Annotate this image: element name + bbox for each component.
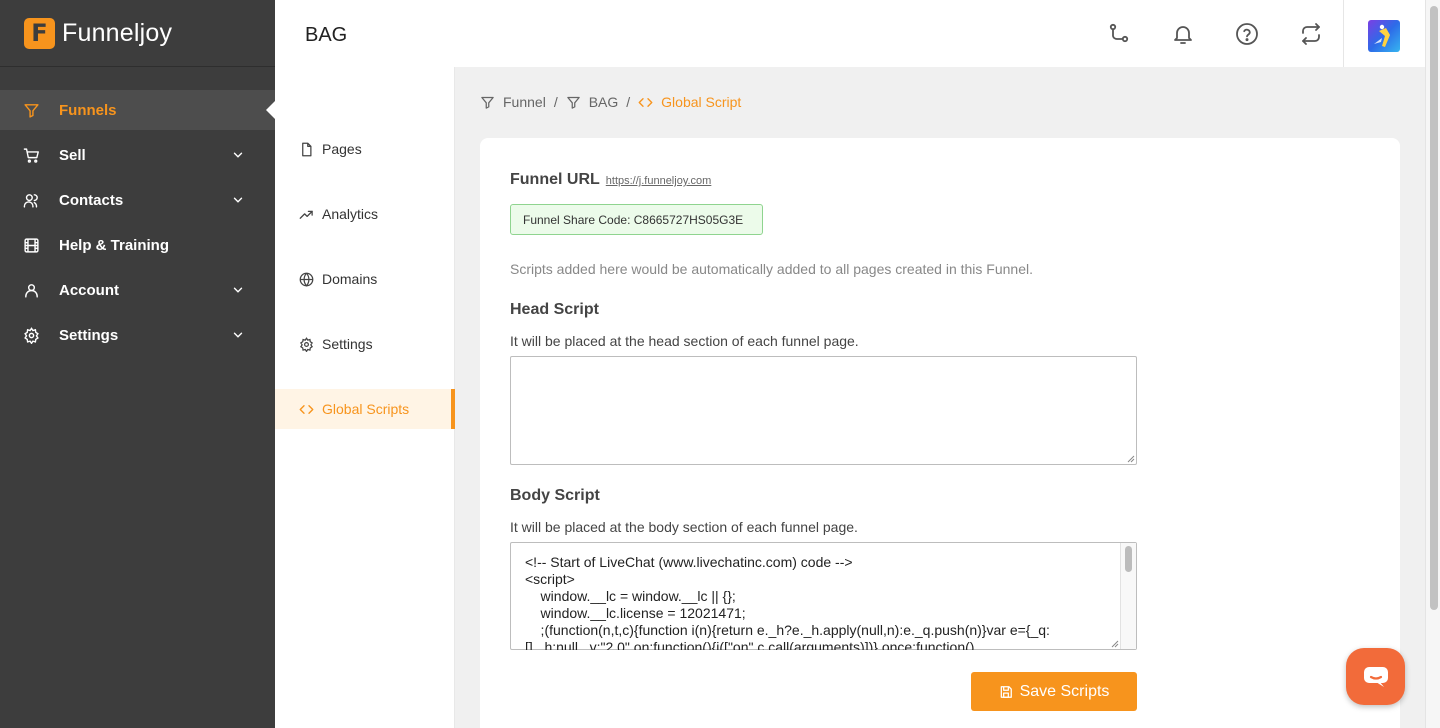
- body-script-title: Body Script: [510, 487, 600, 504]
- chevron-down-icon[interactable]: [231, 148, 245, 162]
- chevron-down-icon[interactable]: [231, 283, 245, 297]
- submenu-item-settings[interactable]: Settings: [275, 324, 455, 364]
- funnel-icon: [481, 96, 494, 109]
- submenu-item-analytics[interactable]: Analytics: [275, 194, 455, 234]
- funnel-url-link[interactable]: https://j.funneljoy.com: [606, 175, 712, 187]
- code-icon: [638, 97, 653, 107]
- save-scripts-label: Save Scripts: [1019, 682, 1110, 700]
- sidebar-item-label: Funnels: [59, 101, 117, 119]
- help-circle-icon[interactable]: [1235, 22, 1259, 46]
- sidebar-item-sell[interactable]: Sell: [0, 135, 275, 175]
- brand-name: Funneljoy: [62, 18, 173, 47]
- git-branch-icon[interactable]: [1107, 22, 1131, 46]
- breadcrumb-item-funnel[interactable]: Funnel: [480, 94, 546, 110]
- submenu-item-pages[interactable]: Pages: [275, 129, 455, 169]
- sync-icon[interactable]: [1299, 22, 1323, 46]
- avatar[interactable]: [1368, 20, 1400, 52]
- breadcrumb: Funnel / BAG / Global Script: [480, 94, 741, 110]
- breadcrumb-separator: /: [626, 94, 631, 110]
- sidebar-item-contacts[interactable]: Contacts: [0, 180, 275, 220]
- body-script-textarea[interactable]: <!-- Start of LiveChat (www.livechatinc.…: [510, 542, 1137, 650]
- save-icon: [1000, 685, 1012, 698]
- header-divider: [1343, 0, 1344, 67]
- head-script-value: [525, 368, 1115, 464]
- brand[interactable]: F Funneljoy: [0, 0, 275, 67]
- chevron-down-icon[interactable]: [231, 328, 245, 342]
- brand-logo-icon: F: [24, 17, 55, 49]
- bell-icon[interactable]: [1171, 22, 1195, 46]
- sidebar-item-help-training[interactable]: Help & Training: [0, 225, 275, 265]
- globe-icon: [299, 272, 314, 287]
- sidebar-item-label: Contacts: [59, 191, 124, 209]
- funnel-icon: [22, 101, 40, 119]
- scripts-info-text: Scripts added here would be automaticall…: [510, 261, 1033, 277]
- body-script-description: It will be placed at the body section of…: [510, 519, 858, 535]
- funnel-url-label: Funnel URL: [510, 171, 600, 188]
- submenu-item-global-scripts[interactable]: Global Scripts: [275, 389, 455, 429]
- global-scripts-card: Funnel URL https://j.funneljoy.com Funne…: [480, 138, 1400, 728]
- gear-icon: [22, 326, 40, 344]
- body-script-value: <!-- Start of LiveChat (www.livechatinc.…: [525, 554, 1050, 650]
- gear-icon: [300, 336, 313, 352]
- sidebar-item-label: Account: [59, 281, 119, 299]
- funnel-icon: [566, 96, 580, 109]
- page-scrollbar[interactable]: [1425, 0, 1440, 728]
- sidebar: F Funneljoy Funnels Sell Contacts Help &…: [0, 0, 275, 728]
- head-script-description: It will be placed at the head section of…: [510, 333, 859, 349]
- chevron-down-icon[interactable]: [231, 193, 245, 207]
- sidebar-item-label: Settings: [59, 326, 119, 344]
- submenu-item-domains[interactable]: Domains: [275, 259, 455, 299]
- submenu-item-label: Global Scripts: [322, 401, 410, 417]
- page-scroll-thumb[interactable]: [1430, 6, 1438, 610]
- submenu-item-label: Settings: [322, 336, 373, 352]
- user-icon: [22, 281, 40, 299]
- breadcrumb-item-global-script: Global Script: [638, 94, 741, 110]
- breadcrumb-separator: /: [553, 94, 558, 110]
- submenu-item-label: Analytics: [322, 206, 379, 222]
- funnel-url-row: Funnel URL https://j.funneljoy.com: [510, 171, 711, 189]
- trend-icon: [299, 210, 313, 219]
- resize-handle-icon[interactable]: [1127, 455, 1135, 463]
- chat-widget-button[interactable]: [1346, 648, 1405, 705]
- top-header: BAG: [275, 0, 1425, 67]
- sidebar-item-settings[interactable]: Settings: [0, 315, 275, 355]
- sidebar-item-account[interactable]: Account: [0, 270, 275, 310]
- page-title: BAG: [305, 24, 348, 46]
- submenu-item-label: Domains: [322, 271, 378, 287]
- breadcrumb-label: Global Script: [661, 94, 742, 110]
- breadcrumb-label: Funnel: [503, 94, 546, 110]
- textarea-scroll-thumb[interactable]: [1125, 546, 1132, 572]
- code-icon: [299, 404, 314, 414]
- sidebar-item-label: Help & Training: [59, 236, 170, 254]
- head-script-title: Head Script: [510, 301, 599, 318]
- film-icon: [22, 236, 40, 254]
- sidebar-item-label: Sell: [59, 146, 86, 164]
- save-scripts-button[interactable]: Save Scripts: [971, 672, 1137, 711]
- resize-handle-icon[interactable]: [1111, 640, 1119, 648]
- submenu-item-label: Pages: [322, 141, 362, 157]
- sidebar-nav: Funnels Sell Contacts Help & Training Ac…: [0, 90, 275, 355]
- cart-icon: [22, 146, 40, 164]
- sidebar-item-funnels[interactable]: Funnels: [0, 90, 275, 130]
- file-icon: [302, 142, 312, 156]
- breadcrumb-item-bag[interactable]: BAG: [566, 94, 619, 110]
- funnel-submenu: Pages Analytics Domains Settings Global …: [275, 67, 455, 728]
- breadcrumb-label: BAG: [588, 94, 619, 110]
- textarea-scrollbar[interactable]: [1120, 543, 1136, 649]
- users-icon: [22, 191, 40, 209]
- funnel-share-code-badge: Funnel Share Code: C8665727HS05G3E: [510, 204, 763, 235]
- chat-bubble-icon: [1363, 666, 1388, 687]
- head-script-textarea[interactable]: [510, 356, 1137, 465]
